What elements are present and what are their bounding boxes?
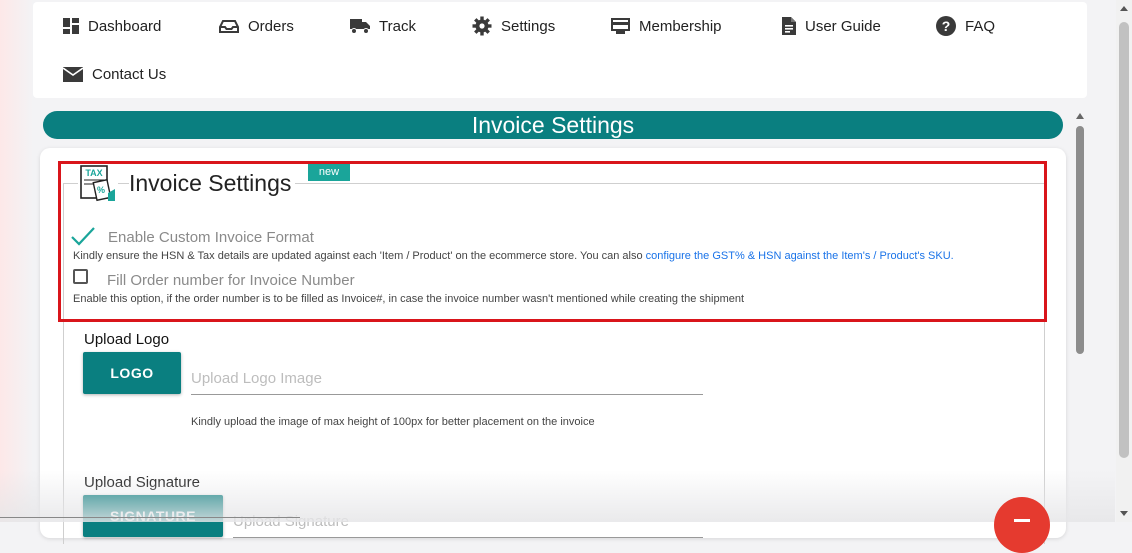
enable-custom-invoice-label[interactable]: Enable Custom Invoice Format [108,229,314,246]
window-scroll-down-icon[interactable] [1120,511,1128,516]
nav-settings[interactable]: Settings [472,14,555,38]
configure-gst-hsn-link[interactable]: configure the GST% & HSN against the Ite… [646,250,954,262]
nav-dashboard[interactable]: Dashboard [63,14,161,38]
inbox-tray-icon [219,18,239,34]
divider [0,517,300,518]
window-scroll-up-icon[interactable] [1120,6,1128,11]
page-header: Invoice Settings [43,111,1063,139]
nav-contact-us-label: Contact Us [92,65,167,83]
fill-order-number-hint: Enable this option, if the order number … [73,293,745,305]
window-scrollbar-thumb[interactable] [1119,22,1129,458]
top-nav: Dashboard Orders Track Settings Membersh… [33,2,1087,98]
hint-text: Kindly ensure the HSN & Tax details are … [73,250,646,262]
nav-membership-label: Membership [639,17,722,35]
tax-document-icon: TAX % [78,163,118,203]
nav-user-guide-label: User Guide [805,17,881,35]
card-icon [611,17,630,35]
logo-upload-button[interactable]: LOGO [83,352,181,394]
fill-order-number-checkbox[interactable] [73,269,88,284]
svg-text:TAX: TAX [85,168,102,178]
envelope-icon [63,66,83,82]
dashboard-icon [63,18,79,34]
nav-settings-label: Settings [501,17,556,35]
nav-orders[interactable]: Orders [219,14,294,38]
nav-track[interactable]: Track [350,14,416,38]
gear-icon [472,16,492,36]
document-icon [782,17,796,35]
nav-membership[interactable]: Membership [611,14,722,38]
nav-user-guide[interactable]: User Guide [782,14,881,38]
content-scrollbar-thumb[interactable] [1076,126,1084,354]
content-scroll-up-icon[interactable] [1076,113,1084,119]
upload-signature-label: Upload Signature [84,474,200,491]
page-title: Invoice Settings [471,111,635,138]
nav-orders-label: Orders [248,17,294,35]
question-circle-icon: ? [936,16,956,36]
truck-icon [350,18,370,34]
logo-upload-input[interactable] [191,363,703,395]
settings-title: Invoice Settings [129,170,296,197]
svg-text:?: ? [942,18,951,34]
checkmark-icon [71,227,95,246]
nav-faq[interactable]: ? FAQ [936,14,995,38]
enable-custom-invoice-hint: Kindly ensure the HSN & Tax details are … [73,250,954,262]
upload-logo-label: Upload Logo [84,331,170,348]
nav-faq-label: FAQ [965,17,996,35]
fill-order-number-label[interactable]: Fill Order number for Invoice Number [107,272,355,289]
nav-track-label: Track [379,17,416,35]
new-badge: new [308,163,350,181]
logo-upload-hint: Kindly upload the image of max height of… [191,416,595,428]
svg-text:%: % [97,185,105,195]
nav-contact-us[interactable]: Contact Us [63,62,166,86]
page-edge-tint [0,0,33,522]
nav-dashboard-label: Dashboard [88,17,162,35]
floating-action-button[interactable] [994,497,1050,553]
signature-upload-input[interactable] [233,506,703,538]
signature-upload-button[interactable]: SIGNATURE [83,495,223,537]
enable-custom-invoice-checkbox[interactable] [70,225,96,247]
